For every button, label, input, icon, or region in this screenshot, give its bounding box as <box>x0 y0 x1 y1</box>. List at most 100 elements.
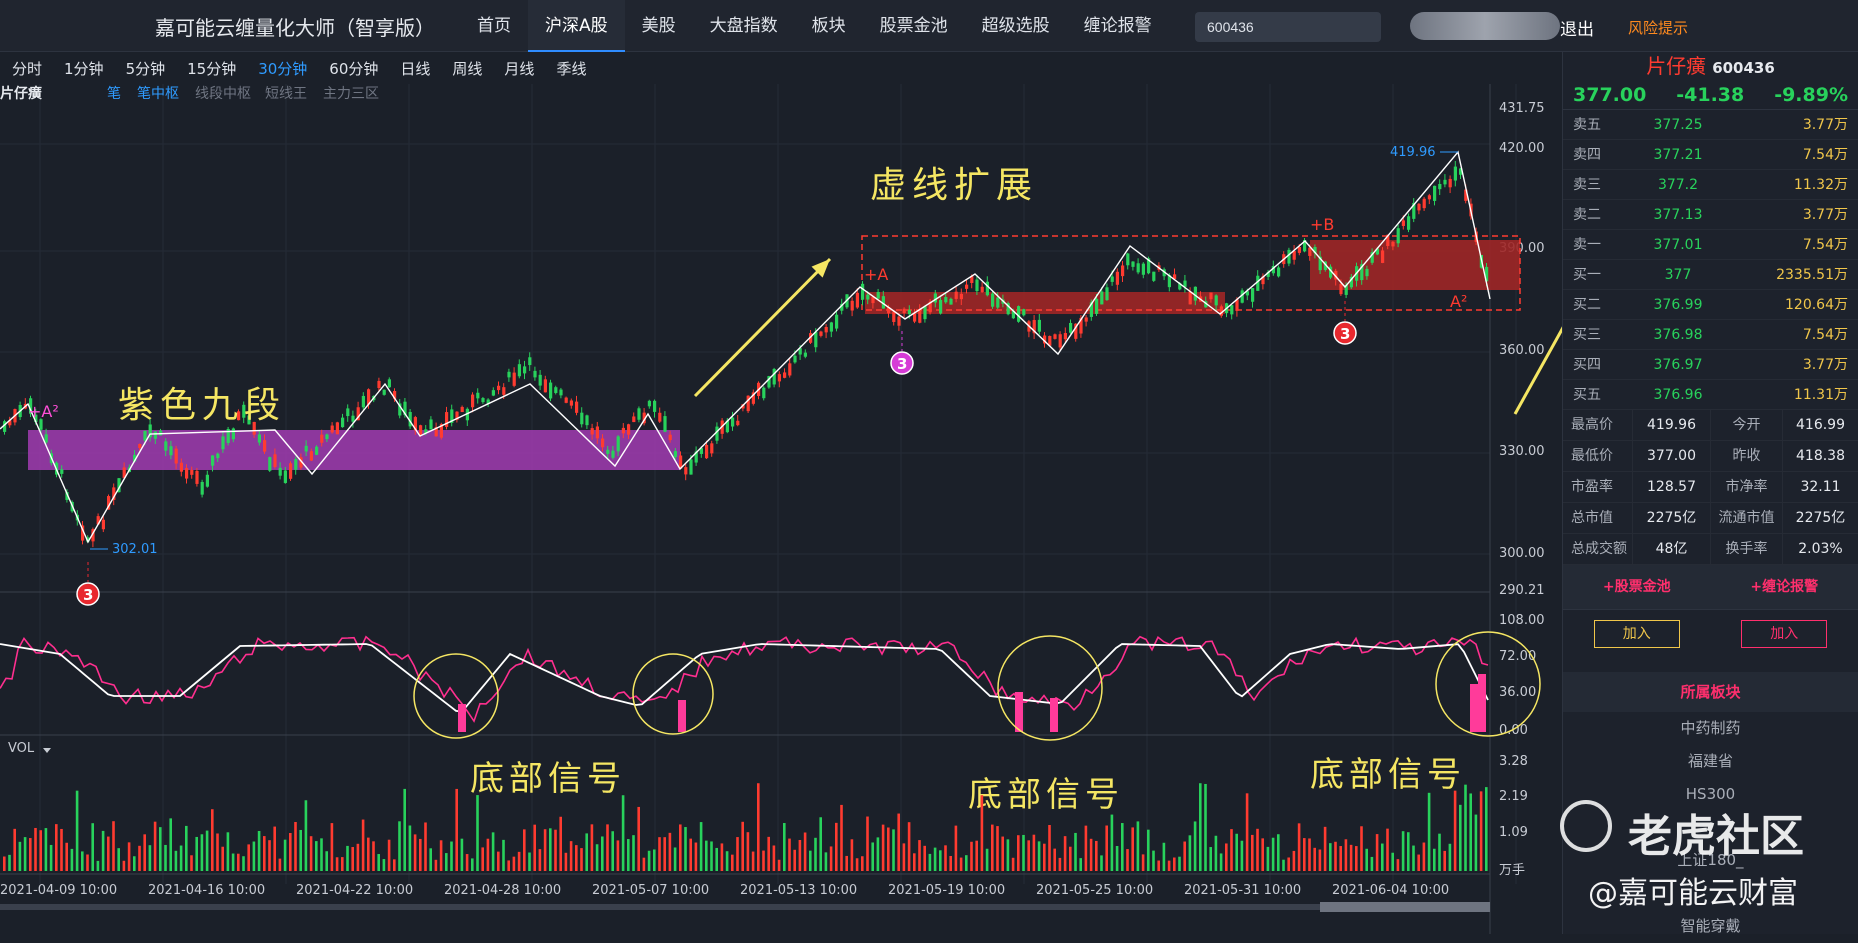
volume-bar <box>429 848 432 871</box>
indicator-tab[interactable]: 笔 <box>107 86 121 102</box>
volume-bar <box>232 854 235 871</box>
chevron-down-icon <box>43 748 51 753</box>
candle-body <box>143 431 146 441</box>
volume-bar <box>1017 835 1020 871</box>
candle-body <box>544 379 547 392</box>
volume-bar <box>497 852 500 871</box>
volume-bar <box>596 844 599 871</box>
volume-bar <box>632 835 635 871</box>
volume-bar <box>440 840 443 871</box>
stock-pool-tab[interactable]: +股票金池 <box>1563 565 1711 609</box>
sector-item[interactable]: 智能穿戴 <box>1563 910 1858 943</box>
volume-bar <box>1272 838 1275 871</box>
volume-bar <box>138 846 141 871</box>
volume-bar <box>362 820 365 871</box>
nav-item[interactable]: 沪深A股 <box>528 0 625 52</box>
volume-bar <box>164 845 167 871</box>
volume-bar <box>123 861 126 871</box>
candle-body <box>1189 291 1192 304</box>
nav-item[interactable]: 首页 <box>460 0 528 52</box>
order-vol: 120.64万 <box>1733 290 1858 319</box>
indicator-tab[interactable]: 线段中枢 <box>195 86 251 102</box>
volume-bar <box>424 822 427 871</box>
stat-k2: 换手率 <box>1711 534 1783 564</box>
nav-item[interactable]: 股票金池 <box>863 0 965 52</box>
candle-body <box>164 441 167 450</box>
volume-bar <box>1022 835 1025 871</box>
nav-item[interactable]: 超级选股 <box>965 0 1067 52</box>
date-axis-label: 2021-04-22 10:00 <box>296 883 413 898</box>
volume-bar <box>1100 855 1103 871</box>
indicator-tab[interactable]: 笔中枢 <box>137 86 179 102</box>
avatar[interactable] <box>1410 12 1560 40</box>
volume-bar <box>715 848 718 871</box>
watermark-text: 老虎社区 <box>1628 800 1804 864</box>
candle-body <box>788 363 791 375</box>
volume-bar <box>705 841 708 871</box>
stat-k2: 流通市值 <box>1711 503 1783 533</box>
candle-body <box>1449 179 1452 187</box>
order-price: 377.2 <box>1623 170 1733 199</box>
kline-chart[interactable]: 片仔癀笔笔中枢线段中枢短线王主力三区431.75420.00390.00360.… <box>0 84 1562 934</box>
order-price: 376.99 <box>1623 290 1733 319</box>
period-tab[interactable]: 15分钟 <box>187 58 236 79</box>
search-input[interactable] <box>1195 12 1381 42</box>
sector-item[interactable]: 福建省 <box>1563 745 1858 778</box>
logout-button[interactable]: 退出 <box>1560 15 1594 40</box>
bottom-signal-bar <box>458 704 466 732</box>
volume-bar <box>1105 826 1108 871</box>
nav-item[interactable]: 美股 <box>625 0 693 52</box>
volume-bar <box>845 856 848 871</box>
date-axis-label: 2021-06-04 10:00 <box>1332 883 1449 898</box>
period-tab[interactable]: 分时 <box>12 58 42 79</box>
order-book-row: 买二376.99120.64万 <box>1563 290 1858 320</box>
volume-bar <box>445 853 448 871</box>
period-tab[interactable]: 周线 <box>452 58 482 79</box>
stat-row: 总成交额48亿换手率2.03% <box>1563 534 1858 565</box>
candle-body <box>835 315 838 329</box>
candle-body <box>175 449 178 464</box>
volume-bar <box>949 856 952 871</box>
risk-notice-link[interactable]: 风险提示 <box>1628 17 1688 38</box>
candle-body <box>1402 220 1405 226</box>
volume-bar <box>1090 839 1093 871</box>
nav-item[interactable]: 缠论报警 <box>1067 0 1169 52</box>
period-tab[interactable]: 5分钟 <box>126 58 166 79</box>
volume-bar <box>684 827 687 871</box>
volume-bar <box>34 828 37 871</box>
order-vol: 3.77万 <box>1733 350 1858 379</box>
indicator-tab[interactable]: 短线王 <box>265 86 307 102</box>
volume-bar <box>242 856 245 871</box>
order-vol: 11.32万 <box>1733 170 1858 199</box>
add-alarm-button[interactable]: 加入 <box>1741 620 1827 648</box>
stat-k: 最高价 <box>1563 410 1633 440</box>
volume-bar <box>1277 834 1280 871</box>
candle-body <box>331 426 334 433</box>
volume-bar <box>1376 834 1379 871</box>
order-book-row: 卖一377.017.54万 <box>1563 230 1858 260</box>
volume-bar <box>50 845 53 871</box>
sector-item[interactable]: 中药制药 <box>1563 712 1858 745</box>
period-tab[interactable]: 1分钟 <box>64 58 104 79</box>
period-tab[interactable]: 日线 <box>400 58 430 79</box>
volume-bar <box>851 839 854 871</box>
volume-bar <box>1267 847 1270 871</box>
volume-bar <box>336 857 339 871</box>
volume-bar <box>409 825 412 871</box>
add-pool-button[interactable]: 加入 <box>1594 620 1680 648</box>
scrollbar-thumb[interactable] <box>1320 902 1490 912</box>
period-tab[interactable]: 月线 <box>504 58 534 79</box>
nav-item[interactable]: 板块 <box>795 0 863 52</box>
volume-bar <box>284 840 287 871</box>
period-tab[interactable]: 季线 <box>556 58 586 79</box>
annotation-dashed-extension: 虚线扩展 <box>870 165 1038 206</box>
volume-bar <box>939 850 942 871</box>
candle-body <box>1069 323 1072 333</box>
indicator-tab[interactable]: 主力三区 <box>323 86 379 102</box>
nav-item[interactable]: 大盘指数 <box>693 0 795 52</box>
period-tab[interactable]: 30分钟 <box>258 58 307 79</box>
alarm-tab[interactable]: +缠论报警 <box>1711 565 1858 609</box>
volume-bar <box>128 842 131 871</box>
volume-bar <box>653 849 656 871</box>
period-tab[interactable]: 60分钟 <box>329 58 378 79</box>
